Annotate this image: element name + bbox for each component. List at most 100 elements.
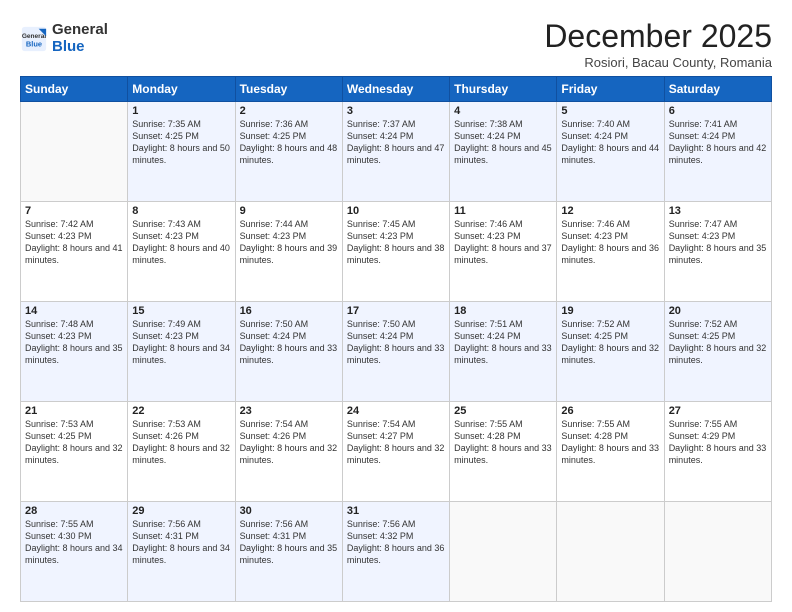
page: General Blue General Blue December 2025 … [0,0,792,612]
calendar-day-cell [21,102,128,202]
day-number: 4 [454,105,552,117]
calendar-day-cell: 2Sunrise: 7:36 AMSunset: 4:25 PMDaylight… [235,102,342,202]
calendar-week-3: 14Sunrise: 7:48 AMSunset: 4:23 PMDayligh… [21,302,772,402]
calendar-day-cell: 22Sunrise: 7:53 AMSunset: 4:26 PMDayligh… [128,402,235,502]
calendar-day-cell: 12Sunrise: 7:46 AMSunset: 4:23 PMDayligh… [557,202,664,302]
location: Rosiori, Bacau County, Romania [544,55,772,70]
calendar-day-cell: 4Sunrise: 7:38 AMSunset: 4:24 PMDaylight… [450,102,557,202]
day-info: Sunrise: 7:47 AMSunset: 4:23 PMDaylight:… [669,218,767,267]
day-info: Sunrise: 7:56 AMSunset: 4:32 PMDaylight:… [347,518,445,567]
day-number: 28 [25,505,123,517]
calendar-day-cell: 25Sunrise: 7:55 AMSunset: 4:28 PMDayligh… [450,402,557,502]
day-number: 9 [240,205,338,217]
day-info: Sunrise: 7:49 AMSunset: 4:23 PMDaylight:… [132,318,230,367]
day-number: 13 [669,205,767,217]
day-number: 7 [25,205,123,217]
calendar-day-cell [450,502,557,602]
header: General Blue General Blue December 2025 … [20,18,772,70]
day-number: 17 [347,305,445,317]
day-number: 12 [561,205,659,217]
calendar-day-cell: 3Sunrise: 7:37 AMSunset: 4:24 PMDaylight… [342,102,449,202]
day-number: 16 [240,305,338,317]
day-info: Sunrise: 7:53 AMSunset: 4:25 PMDaylight:… [25,418,123,467]
day-info: Sunrise: 7:52 AMSunset: 4:25 PMDaylight:… [561,318,659,367]
day-info: Sunrise: 7:41 AMSunset: 4:24 PMDaylight:… [669,118,767,167]
day-info: Sunrise: 7:45 AMSunset: 4:23 PMDaylight:… [347,218,445,267]
logo-icon: General Blue [20,25,48,53]
day-number: 6 [669,105,767,117]
title-block: December 2025 Rosiori, Bacau County, Rom… [544,18,772,70]
day-number: 27 [669,405,767,417]
calendar-day-cell: 23Sunrise: 7:54 AMSunset: 4:26 PMDayligh… [235,402,342,502]
day-info: Sunrise: 7:42 AMSunset: 4:23 PMDaylight:… [25,218,123,267]
day-info: Sunrise: 7:54 AMSunset: 4:27 PMDaylight:… [347,418,445,467]
calendar-week-5: 28Sunrise: 7:55 AMSunset: 4:30 PMDayligh… [21,502,772,602]
day-info: Sunrise: 7:55 AMSunset: 4:28 PMDaylight:… [561,418,659,467]
calendar-week-2: 7Sunrise: 7:42 AMSunset: 4:23 PMDaylight… [21,202,772,302]
calendar-table: SundayMondayTuesdayWednesdayThursdayFrid… [20,76,772,602]
day-info: Sunrise: 7:40 AMSunset: 4:24 PMDaylight:… [561,118,659,167]
day-info: Sunrise: 7:56 AMSunset: 4:31 PMDaylight:… [240,518,338,567]
day-info: Sunrise: 7:35 AMSunset: 4:25 PMDaylight:… [132,118,230,167]
day-info: Sunrise: 7:50 AMSunset: 4:24 PMDaylight:… [347,318,445,367]
calendar-day-cell: 17Sunrise: 7:50 AMSunset: 4:24 PMDayligh… [342,302,449,402]
day-number: 15 [132,305,230,317]
day-number: 30 [240,505,338,517]
weekday-header-monday: Monday [128,77,235,102]
day-number: 31 [347,505,445,517]
calendar-day-cell: 21Sunrise: 7:53 AMSunset: 4:25 PMDayligh… [21,402,128,502]
calendar-day-cell: 27Sunrise: 7:55 AMSunset: 4:29 PMDayligh… [664,402,771,502]
calendar-day-cell: 29Sunrise: 7:56 AMSunset: 4:31 PMDayligh… [128,502,235,602]
day-info: Sunrise: 7:55 AMSunset: 4:28 PMDaylight:… [454,418,552,467]
svg-text:Blue: Blue [26,39,42,48]
calendar-day-cell: 5Sunrise: 7:40 AMSunset: 4:24 PMDaylight… [557,102,664,202]
calendar-day-cell: 30Sunrise: 7:56 AMSunset: 4:31 PMDayligh… [235,502,342,602]
weekday-header-wednesday: Wednesday [342,77,449,102]
day-number: 18 [454,305,552,317]
day-number: 1 [132,105,230,117]
calendar-day-cell: 20Sunrise: 7:52 AMSunset: 4:25 PMDayligh… [664,302,771,402]
day-number: 2 [240,105,338,117]
weekday-header-thursday: Thursday [450,77,557,102]
day-number: 25 [454,405,552,417]
day-number: 26 [561,405,659,417]
day-info: Sunrise: 7:56 AMSunset: 4:31 PMDaylight:… [132,518,230,567]
calendar-day-cell: 10Sunrise: 7:45 AMSunset: 4:23 PMDayligh… [342,202,449,302]
day-info: Sunrise: 7:43 AMSunset: 4:23 PMDaylight:… [132,218,230,267]
day-number: 29 [132,505,230,517]
day-number: 24 [347,405,445,417]
day-info: Sunrise: 7:44 AMSunset: 4:23 PMDaylight:… [240,218,338,267]
day-info: Sunrise: 7:52 AMSunset: 4:25 PMDaylight:… [669,318,767,367]
calendar-day-cell: 24Sunrise: 7:54 AMSunset: 4:27 PMDayligh… [342,402,449,502]
calendar-week-4: 21Sunrise: 7:53 AMSunset: 4:25 PMDayligh… [21,402,772,502]
day-number: 10 [347,205,445,217]
day-number: 21 [25,405,123,417]
day-number: 8 [132,205,230,217]
calendar-day-cell: 1Sunrise: 7:35 AMSunset: 4:25 PMDaylight… [128,102,235,202]
calendar-day-cell [557,502,664,602]
calendar-day-cell: 19Sunrise: 7:52 AMSunset: 4:25 PMDayligh… [557,302,664,402]
day-number: 19 [561,305,659,317]
day-number: 14 [25,305,123,317]
day-info: Sunrise: 7:51 AMSunset: 4:24 PMDaylight:… [454,318,552,367]
calendar-day-cell: 15Sunrise: 7:49 AMSunset: 4:23 PMDayligh… [128,302,235,402]
weekday-header-sunday: Sunday [21,77,128,102]
day-number: 3 [347,105,445,117]
day-number: 22 [132,405,230,417]
day-info: Sunrise: 7:36 AMSunset: 4:25 PMDaylight:… [240,118,338,167]
calendar-day-cell: 11Sunrise: 7:46 AMSunset: 4:23 PMDayligh… [450,202,557,302]
weekday-header-tuesday: Tuesday [235,77,342,102]
calendar-day-cell [664,502,771,602]
day-number: 23 [240,405,338,417]
weekday-header-saturday: Saturday [664,77,771,102]
weekday-header-row: SundayMondayTuesdayWednesdayThursdayFrid… [21,77,772,102]
calendar-day-cell: 9Sunrise: 7:44 AMSunset: 4:23 PMDaylight… [235,202,342,302]
calendar-day-cell: 26Sunrise: 7:55 AMSunset: 4:28 PMDayligh… [557,402,664,502]
day-info: Sunrise: 7:50 AMSunset: 4:24 PMDaylight:… [240,318,338,367]
calendar-day-cell: 14Sunrise: 7:48 AMSunset: 4:23 PMDayligh… [21,302,128,402]
calendar-day-cell: 28Sunrise: 7:55 AMSunset: 4:30 PMDayligh… [21,502,128,602]
calendar-day-cell: 16Sunrise: 7:50 AMSunset: 4:24 PMDayligh… [235,302,342,402]
day-info: Sunrise: 7:54 AMSunset: 4:26 PMDaylight:… [240,418,338,467]
weekday-header-friday: Friday [557,77,664,102]
logo-blue-text: Blue [52,39,108,56]
